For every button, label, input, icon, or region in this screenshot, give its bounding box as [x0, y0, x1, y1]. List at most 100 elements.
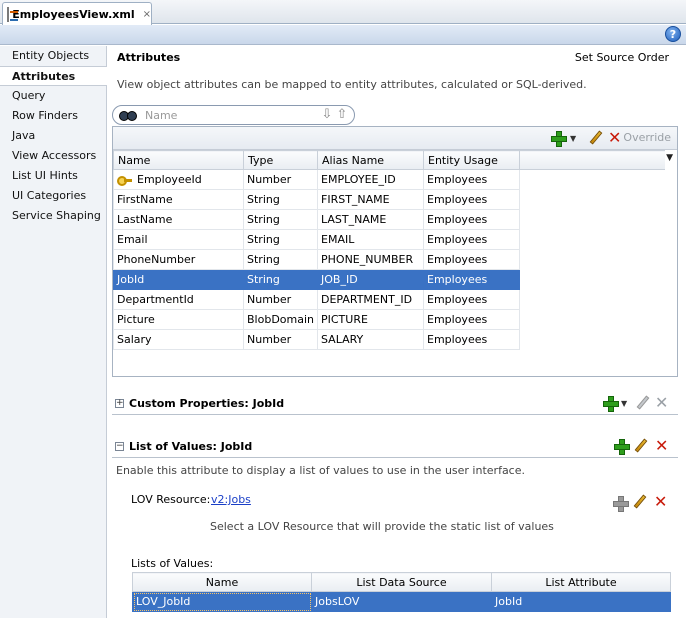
nav-item-row-finders[interactable]: Row Finders [0, 106, 106, 126]
find-previous-icon[interactable]: ⇧ [335, 108, 349, 122]
attribute-usage-cell[interactable]: Employees [423, 189, 520, 210]
column-header-alias[interactable]: Alias Name [317, 150, 424, 170]
column-header-lov-name[interactable]: Name [132, 572, 312, 592]
override-button[interactable]: Override [623, 131, 671, 144]
edit-lov-icon[interactable] [634, 438, 648, 453]
attribute-alias-cell[interactable]: EMPLOYEE_ID [317, 169, 424, 190]
nav-item-view-accessors[interactable]: View Accessors [0, 146, 106, 166]
table-row[interactable]: Email String EMAIL Employees [113, 229, 665, 250]
collapse-toggle-icon[interactable]: − [115, 442, 124, 451]
editor-header-bar: ? [0, 25, 686, 45]
column-header-list-data-source[interactable]: List Data Source [311, 572, 492, 592]
table-row[interactable]: Picture BlobDomain PICTURE Employees [113, 309, 665, 330]
search-input[interactable]: Name ⇩ ⇧ [112, 105, 355, 125]
attribute-usage-cell[interactable]: Employees [423, 209, 520, 230]
table-row[interactable]: DepartmentId Number DEPARTMENT_ID Employ… [113, 289, 665, 310]
attribute-alias-cell[interactable]: JOB_ID [317, 269, 424, 290]
delete-lov-resource-icon[interactable]: ✕ [654, 494, 667, 510]
attribute-name-cell[interactable]: LastName [113, 209, 244, 230]
add-attribute-icon[interactable] [551, 131, 567, 147]
attribute-name-cell[interactable]: DepartmentId [113, 289, 244, 310]
lov-resource-link[interactable]: v2:Jobs [211, 493, 251, 506]
find-next-icon[interactable]: ⇩ [320, 108, 334, 122]
table-row[interactable]: FirstName String FIRST_NAME Employees [113, 189, 665, 210]
lov-resource-hint: Select a LOV Resource that will provide … [210, 520, 554, 533]
add-lov-icon[interactable] [614, 439, 630, 455]
expand-toggle-icon[interactable]: + [115, 399, 124, 408]
nav-item-entity-objects[interactable]: Entity Objects [0, 46, 106, 66]
attribute-usage-cell[interactable]: Employees [423, 309, 520, 330]
editor-tab-employees-view[interactable]: EmployeesView.xml × [2, 2, 152, 25]
nav-item-java[interactable]: Java [0, 126, 106, 146]
attribute-usage-cell[interactable]: Employees [423, 269, 520, 290]
attribute-usage-cell[interactable]: Employees [423, 249, 520, 270]
attribute-type-cell[interactable]: Number [243, 289, 318, 310]
table-row-selected[interactable]: JobId String JOB_ID Employees [113, 269, 665, 290]
column-header-type[interactable]: Type [243, 150, 318, 170]
table-row[interactable]: EmployeeId Number EMPLOYEE_ID Employees [113, 169, 665, 190]
nav-item-attributes[interactable]: Attributes [0, 66, 107, 86]
edit-lov-resource-icon[interactable] [633, 494, 647, 509]
attribute-usage-cell[interactable]: Employees [423, 329, 520, 350]
attribute-alias-cell[interactable]: EMAIL [317, 229, 424, 250]
attribute-alias-cell[interactable]: FIRST_NAME [317, 189, 424, 210]
attribute-alias-cell[interactable]: LAST_NAME [317, 209, 424, 230]
page-title: Attributes [117, 51, 181, 64]
nav-item-query[interactable]: Query [0, 86, 106, 106]
list-of-values-title: List of Values: JobId [129, 440, 253, 453]
delete-attribute-icon[interactable]: ✕ [608, 130, 621, 146]
lov-name-cell[interactable]: LOV_JobId [132, 591, 312, 612]
attribute-type-cell[interactable]: String [243, 269, 318, 290]
table-row-selected[interactable]: LOV_JobId JobsLOV JobId [132, 591, 671, 612]
add-property-icon[interactable] [603, 396, 619, 412]
lov-resource-label: LOV Resource: [131, 493, 211, 506]
attribute-name-cell[interactable]: EmployeeId [113, 169, 244, 190]
edit-attribute-icon[interactable] [589, 130, 603, 145]
set-source-order-link[interactable]: Set Source Order [575, 51, 669, 64]
attribute-usage-cell[interactable]: Employees [423, 289, 520, 310]
attribute-alias-cell[interactable]: SALARY [317, 329, 424, 350]
close-tab-icon[interactable]: × [143, 9, 151, 20]
attribute-name-cell[interactable]: Salary [113, 329, 244, 350]
attribute-type-cell[interactable]: String [243, 189, 318, 210]
nav-item-list-ui-hints[interactable]: List UI Hints [0, 166, 106, 186]
attribute-name-cell[interactable]: Picture [113, 309, 244, 330]
attribute-name-cell[interactable]: FirstName [113, 189, 244, 210]
lov-attribute-cell[interactable]: JobId [491, 591, 671, 612]
column-header-name[interactable]: Name [113, 150, 244, 170]
table-row[interactable]: LastName String LAST_NAME Employees [113, 209, 665, 230]
attribute-alias-cell[interactable]: PHONE_NUMBER [317, 249, 424, 270]
attribute-type-cell[interactable]: String [243, 229, 318, 250]
attribute-type-cell[interactable]: Number [243, 329, 318, 350]
table-row[interactable]: PhoneNumber String PHONE_NUMBER Employee… [113, 249, 665, 270]
custom-properties-title: Custom Properties: JobId [129, 397, 285, 410]
nav-item-ui-categories[interactable]: UI Categories [0, 186, 106, 206]
attribute-type-cell[interactable]: Number [243, 169, 318, 190]
help-icon[interactable]: ? [665, 26, 681, 42]
column-menu-icon[interactable]: ▼ [666, 153, 673, 163]
table-row[interactable]: Salary Number SALARY Employees [113, 329, 665, 350]
attribute-alias-cell[interactable]: PICTURE [317, 309, 424, 330]
attribute-name-cell[interactable]: PhoneNumber [113, 249, 244, 270]
attribute-type-cell[interactable]: String [243, 249, 318, 270]
column-header-entity-usage[interactable]: Entity Usage [423, 150, 520, 170]
nav-item-service-shaping[interactable]: Service Shaping [0, 206, 106, 226]
attribute-name-cell[interactable]: Email [113, 229, 244, 250]
delete-lov-icon[interactable]: ✕ [655, 438, 668, 454]
attribute-name-cell[interactable]: JobId [113, 269, 244, 290]
table-header-row: Name Type Alias Name Entity Usage [113, 150, 665, 170]
add-property-dropdown-icon[interactable]: ▼ [621, 399, 627, 408]
attributes-page: Attributes Set Source Order View object … [108, 46, 686, 618]
page-description: View object attributes can be mapped to … [117, 78, 587, 91]
attribute-alias-cell[interactable]: DEPARTMENT_ID [317, 289, 424, 310]
column-header-list-attribute[interactable]: List Attribute [491, 572, 671, 592]
attributes-table-panel: ▼ ✕ Override ▼ Name Type Alias Name Enti… [112, 126, 678, 377]
add-lov-resource-icon[interactable] [613, 496, 629, 512]
search-placeholder: Name [145, 109, 178, 122]
lov-data-source-cell[interactable]: JobsLOV [311, 591, 492, 612]
attribute-type-cell[interactable]: BlobDomain [243, 309, 318, 330]
attribute-usage-cell[interactable]: Employees [423, 229, 520, 250]
attribute-usage-cell[interactable]: Employees [423, 169, 520, 190]
add-dropdown-icon[interactable]: ▼ [570, 134, 576, 143]
attribute-type-cell[interactable]: String [243, 209, 318, 230]
